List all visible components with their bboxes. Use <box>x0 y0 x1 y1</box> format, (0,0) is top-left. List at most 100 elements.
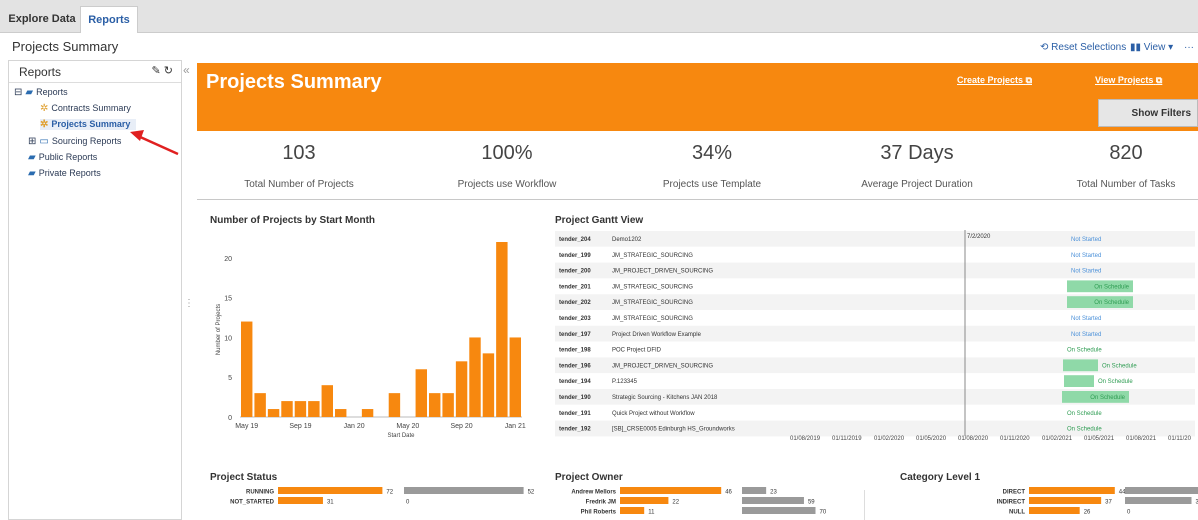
bar <box>254 393 266 417</box>
data-label: 52 <box>528 490 535 496</box>
report-icon: ✲ <box>40 103 49 114</box>
gantt-row-id: tender_194 <box>559 379 591 385</box>
gantt-row-id: tender_200 <box>559 269 591 275</box>
tab-explore-data[interactable]: Explore Data <box>6 6 78 33</box>
external-link-icon: ⧉ <box>1025 75 1032 85</box>
sidebar-item-private-reports[interactable]: ▰ Private Reports <box>28 168 101 179</box>
view-projects-link[interactable]: View Projects ⧉ <box>1095 75 1162 86</box>
bar <box>361 409 374 417</box>
bar <box>388 393 401 417</box>
bar <box>241 321 253 417</box>
page-title: Projects Summary <box>12 39 119 54</box>
data-label: 37 <box>1105 500 1112 506</box>
gantt-row-id: tender_191 <box>559 411 591 417</box>
bar <box>404 487 524 494</box>
gantt-status: Not Started <box>1071 332 1101 338</box>
gantt-row-id: tender_196 <box>559 363 591 369</box>
bar <box>335 409 347 417</box>
bar <box>321 385 333 417</box>
gantt-row-id: tender_197 <box>559 332 591 338</box>
gantt-axis-label: 01/02/2020 <box>874 436 905 442</box>
folder-icon: ▰ <box>28 168 36 179</box>
bar <box>278 497 323 504</box>
folder-icon: ▰ <box>25 87 34 98</box>
category-label: RUNNING <box>246 490 274 496</box>
gantt-status: On Schedule <box>1094 300 1129 306</box>
gantt-row-name: P.123345 <box>612 379 638 385</box>
sidebar-item-contracts-summary[interactable]: ✲ Contracts Summary <box>40 103 131 114</box>
expand-icon[interactable]: ⊞ <box>28 136 36 147</box>
gantt-row-id: tender_190 <box>559 395 591 401</box>
kpi-duration: 37 Days Average Project Duration <box>861 142 973 190</box>
chevron-down-icon: ▾ <box>1165 42 1174 53</box>
x-tick-label: May 20 <box>396 423 419 430</box>
category-label: Phil Roberts <box>581 510 617 516</box>
gantt-row-name: Project Driven Workflow Example <box>612 332 702 338</box>
gantt-status: Not Started <box>1071 316 1101 322</box>
x-tick-label: Sep 19 <box>289 423 311 430</box>
bar <box>294 401 307 417</box>
chart-title-status: Project Status <box>210 472 278 483</box>
create-projects-link[interactable]: Create Projects ⧉ <box>957 75 1032 86</box>
category-label: Andrew Mellors <box>571 490 616 496</box>
bar <box>442 393 454 417</box>
kpi-template: 34% Projects use Template <box>662 142 762 190</box>
data-label: 59 <box>808 500 815 506</box>
today-marker-label: 7/2/2020 <box>967 234 991 240</box>
reset-selections-button[interactable]: ⟲ Reset Selections <box>1040 42 1126 53</box>
tab-bar: Explore Data Reports <box>0 0 1198 33</box>
gantt-row-id: tender_198 <box>559 348 591 354</box>
gantt-axis-label: 01/02/2021 <box>1042 436 1073 442</box>
view-menu-button[interactable]: ▮▮ View ▾ <box>1130 42 1173 53</box>
gantt-row-id: tender_203 <box>559 316 591 322</box>
category-label: Fredrik JM <box>586 500 616 506</box>
gantt-chart: tender_204 Demo1202 Not Started tender_199 J… <box>555 230 1195 442</box>
category-label: INDIRECT <box>997 500 1026 506</box>
y-tick-label: 20 <box>224 256 232 263</box>
data-label: 31 <box>327 500 334 506</box>
refresh-icon[interactable]: ↻ <box>164 65 173 77</box>
data-label: 72 <box>386 490 393 496</box>
sidebar-item-reports[interactable]: ⊟ ▰ Reports <box>14 87 68 98</box>
gantt-axis-label: 01/08/2019 <box>790 436 821 442</box>
gantt-row-name: Strategic Sourcing - Kitchens JAN 2018 <box>612 395 718 401</box>
panel-divider <box>864 490 865 520</box>
bar <box>281 401 293 417</box>
sidebar-item-projects-summary[interactable]: ✲ Projects Summary <box>40 119 137 130</box>
x-tick-label: Jan 20 <box>344 423 365 430</box>
gantt-status: On Schedule <box>1067 427 1102 433</box>
gantt-status: On Schedule <box>1067 348 1102 354</box>
gantt-row-id: tender_202 <box>559 300 591 306</box>
gantt-status: Not Started <box>1071 237 1101 243</box>
kpi-tasks: 820 Total Number of Tasks <box>1076 142 1176 190</box>
y-tick-label: 0 <box>228 415 232 422</box>
bar <box>620 507 645 514</box>
sidebar-item-public-reports[interactable]: ▰ Public Reports <box>28 152 97 163</box>
category-chart: DIRECT44INDIRECT3735NULL260 <box>997 487 1198 516</box>
chart-icon: ▮▮ <box>1130 42 1144 53</box>
collapse-icon[interactable]: ⊟ <box>14 87 22 98</box>
collapse-sidebar-icon[interactable]: « <box>183 63 190 77</box>
gantt-row-name: POC Project DFID <box>612 348 662 354</box>
bar <box>742 497 804 504</box>
gantt-axis-label: 01/11/2020 <box>1000 436 1030 442</box>
chart-title-start-month: Number of Projects by Start Month <box>210 215 376 226</box>
gantt-status: On Schedule <box>1094 284 1129 290</box>
more-menu-button[interactable]: ··· <box>1184 42 1194 53</box>
edit-icon[interactable]: ✎ <box>152 65 161 77</box>
gantt-status: On Schedule <box>1098 379 1133 385</box>
bar <box>509 337 521 417</box>
category-label: NULL <box>1009 510 1025 516</box>
bar <box>455 361 468 417</box>
sidebar-item-sourcing-reports[interactable]: ⊞ ▭ Sourcing Reports <box>28 136 121 147</box>
report-icon: ✲ <box>40 119 49 130</box>
bar <box>278 487 383 494</box>
start-month-chart: 0 5 10 15 20 May 19 Sep 19 Jan 20 May 20 Sep 20 Ja… <box>216 242 526 439</box>
gantt-row-name: [SB]_CRSE0005 Edinburgh HS_Groundworks <box>612 427 735 433</box>
tab-reports[interactable]: Reports <box>80 6 138 33</box>
bar <box>267 409 280 417</box>
show-filters-button[interactable]: Show Filters <box>1098 99 1198 127</box>
gantt-bar <box>1064 375 1094 387</box>
resize-handle[interactable]: ⋮ <box>184 298 194 309</box>
owner-chart: Andrew Mellors 46 23 Fredrik JM 22 59 Phil Rob… <box>571 487 827 516</box>
